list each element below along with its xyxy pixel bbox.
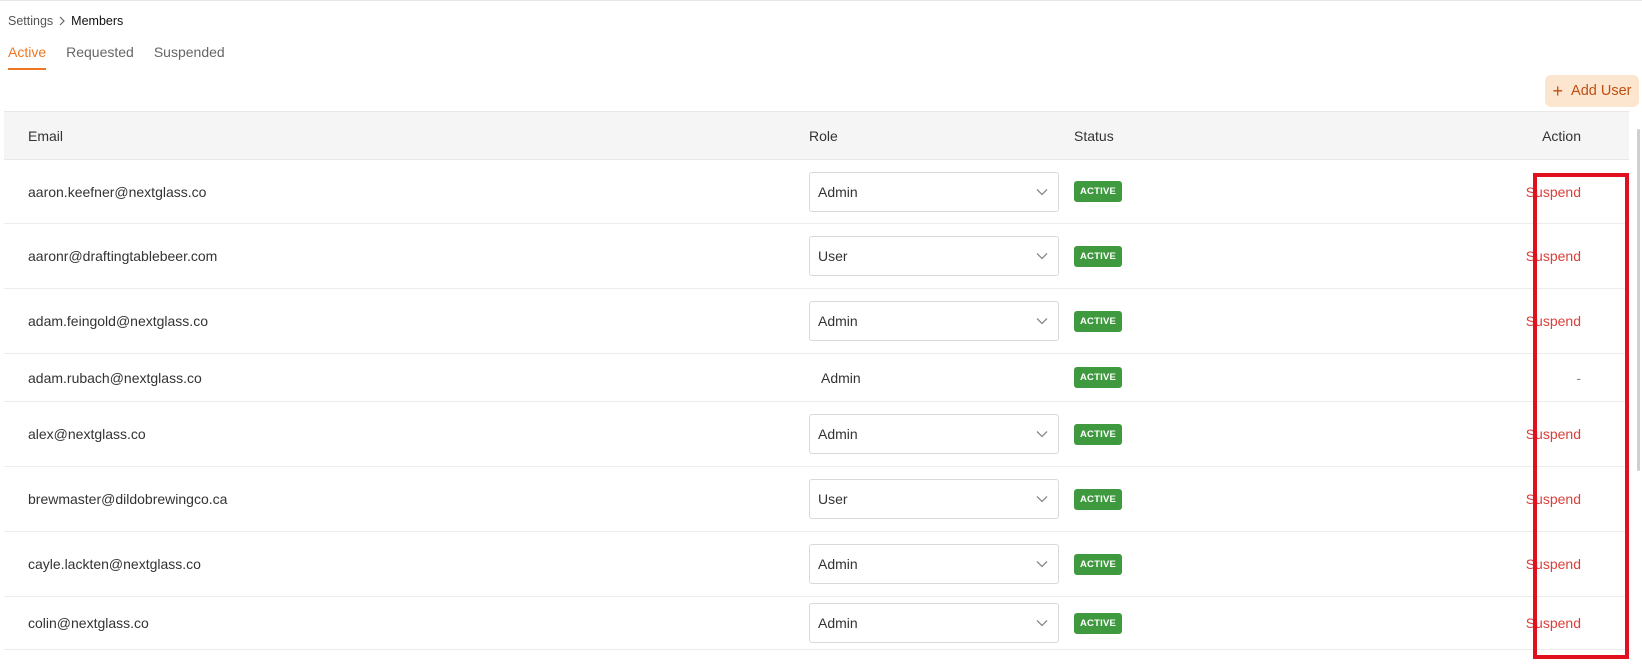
status-cell: ACTIVE (1074, 367, 1374, 388)
email-cell: alex@nextglass.co (28, 426, 146, 442)
chevron-down-icon (1036, 560, 1048, 568)
status-badge: ACTIVE (1074, 423, 1123, 445)
role-cell: Admin (809, 171, 1074, 212)
members-table: Email Role Status Action aaron.keefner@n… (4, 111, 1629, 650)
email-cell: adam.rubach@nextglass.co (28, 369, 202, 386)
role-select[interactable]: Admin (809, 603, 1059, 643)
status-cell: ACTIVE (1074, 181, 1374, 202)
role-select[interactable]: Admin (809, 301, 1059, 341)
table-row: alex@nextglass.co Admin ACTIVE Suspend (4, 402, 1629, 467)
table-body: aaron.keefner@nextglass.co Admin ACTIVE … (4, 160, 1629, 650)
role-select-value: User (818, 491, 848, 507)
chevron-right-icon (58, 16, 66, 26)
status-cell: ACTIVE (1074, 612, 1374, 634)
action-cell: Suspend (1374, 556, 1629, 572)
status-badge: ACTIVE (1074, 367, 1123, 388)
role-cell: Admin (809, 544, 1074, 584)
no-action-text: - (1576, 369, 1581, 386)
status-cell: ACTIVE (1074, 488, 1374, 510)
table-row: brewmaster@dildobrewingco.ca User ACTIVE… (4, 467, 1629, 532)
table-row: adam.feingold@nextglass.co Admin ACTIVE … (4, 289, 1629, 354)
suspend-button[interactable]: Suspend (1526, 615, 1581, 631)
chevron-down-icon (1036, 495, 1048, 503)
action-cell: Suspend (1374, 426, 1629, 442)
email-cell: cayle.lackten@nextglass.co (28, 556, 201, 572)
email-cell: aaronr@draftingtablebeer.com (28, 248, 218, 264)
email-cell: colin@nextglass.co (28, 615, 149, 631)
role-select[interactable]: User (809, 479, 1059, 519)
role-select[interactable]: Admin (809, 544, 1059, 584)
table-row: aaron.keefner@nextglass.co Admin ACTIVE … (4, 160, 1629, 224)
suspend-button[interactable]: Suspend (1526, 426, 1581, 442)
role-select[interactable]: Admin (809, 414, 1059, 454)
column-header-status: Status (1074, 127, 1114, 144)
role-select[interactable]: Admin (809, 171, 1059, 212)
chevron-down-icon (1036, 252, 1048, 260)
table-header: Email Role Status Action (4, 111, 1629, 160)
suspend-button[interactable]: Suspend (1526, 556, 1581, 572)
action-cell: Suspend (1374, 491, 1629, 507)
action-cell: Suspend (1374, 248, 1629, 264)
role-cell: Admin (809, 370, 1074, 386)
role-cell: User (809, 479, 1074, 519)
plus-icon: + (1552, 81, 1564, 101)
top-divider (0, 0, 1642, 1)
role-cell: Admin (809, 414, 1074, 454)
status-cell: ACTIVE (1074, 553, 1374, 575)
tab-suspended[interactable]: Suspended (154, 42, 225, 70)
add-user-button[interactable]: + Add User (1545, 75, 1639, 107)
role-select-value: Admin (818, 615, 858, 631)
suspend-button[interactable]: Suspend (1526, 248, 1581, 264)
status-badge: ACTIVE (1074, 245, 1123, 267)
status-cell: ACTIVE (1074, 245, 1374, 267)
role-cell: User (809, 236, 1074, 276)
suspend-button[interactable]: Suspend (1526, 184, 1581, 200)
role-select-value: Admin (818, 556, 858, 572)
status-badge: ACTIVE (1074, 181, 1123, 202)
scrollbar[interactable] (1637, 129, 1640, 471)
action-cell: - (1374, 370, 1629, 386)
table-row: cayle.lackten@nextglass.co Admin ACTIVE … (4, 532, 1629, 597)
status-badge: ACTIVE (1074, 612, 1123, 634)
action-cell: Suspend (1374, 184, 1629, 200)
breadcrumb: Settings Members (8, 12, 123, 30)
status-badge: ACTIVE (1074, 310, 1123, 332)
column-header-email: Email (28, 127, 64, 144)
chevron-down-icon (1036, 188, 1048, 196)
role-select-value: User (818, 248, 848, 264)
email-cell: adam.feingold@nextglass.co (28, 313, 208, 329)
chevron-down-icon (1036, 317, 1048, 325)
role-select-value: Admin (818, 183, 858, 200)
add-user-label: Add User (1571, 83, 1632, 99)
email-cell: brewmaster@dildobrewingco.ca (28, 491, 228, 507)
table-row: colin@nextglass.co Admin ACTIVE Suspend (4, 597, 1629, 650)
role-select-value: Admin (818, 426, 858, 442)
role-select-value: Admin (818, 313, 858, 329)
status-badge: ACTIVE (1074, 553, 1123, 575)
tab-active[interactable]: Active (8, 42, 47, 70)
table-row: adam.rubach@nextglass.co Admin ACTIVE - (4, 354, 1629, 402)
suspend-button[interactable]: Suspend (1526, 491, 1581, 507)
role-text: Admin (821, 369, 861, 386)
breadcrumb-settings-link[interactable]: Settings (8, 14, 53, 28)
email-cell: aaron.keefner@nextglass.co (28, 183, 207, 200)
column-header-action: Action (1542, 127, 1581, 144)
role-cell: Admin (809, 603, 1074, 643)
chevron-down-icon (1036, 430, 1048, 438)
status-cell: ACTIVE (1074, 423, 1374, 445)
tab-requested[interactable]: Requested (66, 42, 134, 70)
action-cell: Suspend (1374, 313, 1629, 329)
status-badge: ACTIVE (1074, 488, 1123, 510)
role-cell: Admin (809, 301, 1074, 341)
chevron-down-icon (1036, 619, 1048, 627)
role-select[interactable]: User (809, 236, 1059, 276)
tab-bar: Active Requested Suspended (8, 42, 245, 72)
action-cell: Suspend (1374, 615, 1629, 631)
column-header-role: Role (809, 127, 838, 144)
suspend-button[interactable]: Suspend (1526, 313, 1581, 329)
status-cell: ACTIVE (1074, 310, 1374, 332)
breadcrumb-current: Members (71, 14, 124, 28)
table-row: aaronr@draftingtablebeer.com User ACTIVE… (4, 224, 1629, 289)
